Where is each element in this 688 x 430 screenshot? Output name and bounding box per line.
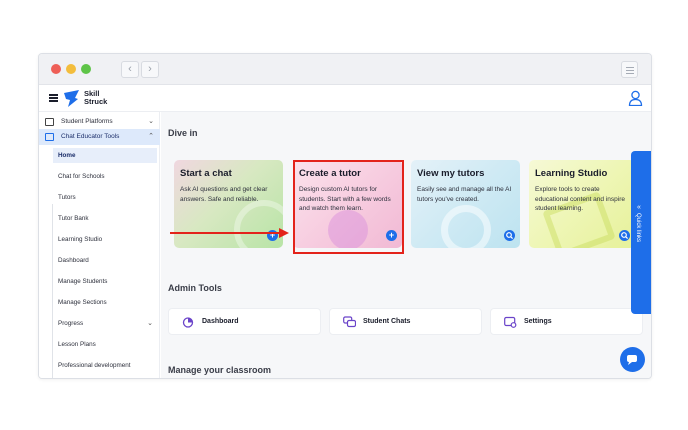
quick-links-tab[interactable]: « Quick links <box>631 151 651 314</box>
back-button[interactable]: ‹ <box>121 61 139 78</box>
sidebar-group-label: Student Platforms <box>61 118 113 125</box>
double-chevron-left-icon: « <box>637 204 641 211</box>
hamburger-menu-icon[interactable] <box>49 94 58 102</box>
chat-support-button[interactable] <box>620 347 645 372</box>
card-description: Ask AI questions and get clear answers. … <box>180 186 268 203</box>
sidebar-item-dashboard[interactable]: Dashboard <box>53 253 157 268</box>
pie-chart-icon <box>182 317 194 328</box>
forward-button[interactable]: › <box>141 61 159 78</box>
settings-sliders-icon <box>504 316 517 328</box>
window-menu-icon[interactable] <box>621 61 638 78</box>
pointer-arrow-line <box>170 232 282 234</box>
card-view-my-tutors[interactable]: View my tutors Easily see and manage all… <box>411 160 520 248</box>
brand-line-2: Struck <box>84 97 108 106</box>
card-title: View my tutors <box>417 168 485 179</box>
chat-bubbles-icon <box>343 316 356 328</box>
sidebar-item-home[interactable]: Home <box>53 148 157 163</box>
manage-classroom-heading: Manage your classroom <box>168 365 272 375</box>
sidebar: Student Platforms ⌄ Chat Educator Tools … <box>39 112 160 378</box>
minimize-window-button[interactable] <box>66 64 76 74</box>
admin-tools-heading: Admin Tools <box>168 283 222 293</box>
quick-links-label: Quick links <box>635 213 641 243</box>
admin-tool-label: Dashboard <box>202 318 239 325</box>
card-description: Easily see and manage all the AI tutors … <box>417 186 512 203</box>
skillstruck-logo-icon <box>64 90 79 107</box>
browser-window: ‹ › Skill Struck Student Platforms ⌄ Cha… <box>38 53 652 379</box>
decorative-shape <box>234 200 283 248</box>
user-profile-icon[interactable] <box>628 90 643 106</box>
sidebar-group-chat-educator-tools[interactable]: Chat Educator Tools ⌃ <box>39 129 160 145</box>
sidebar-item-progress[interactable]: Progress ⌄ <box>53 316 157 331</box>
sidebar-group-label: Chat Educator Tools <box>61 133 120 140</box>
sidebar-item-tutor-bank[interactable]: Tutor Bank <box>53 211 157 226</box>
maximize-window-button[interactable] <box>81 64 91 74</box>
brand-logo-text: Skill Struck <box>84 90 107 106</box>
decorative-shape <box>441 205 491 248</box>
sidebar-item-learning-studio[interactable]: Learning Studio <box>53 232 157 247</box>
app-header: Skill Struck <box>39 85 651 112</box>
admin-tool-label: Student Chats <box>363 318 411 325</box>
chat-sparkle-icon <box>45 133 54 141</box>
window-titlebar: ‹ › <box>39 54 651 85</box>
close-window-button[interactable] <box>51 64 61 74</box>
monitor-icon <box>45 118 54 126</box>
dive-in-heading: Dive in <box>168 128 198 138</box>
main-content: Dive in Start a chat Ask AI questions an… <box>161 112 651 378</box>
card-description: Explore tools to create educational cont… <box>535 186 625 213</box>
admin-tool-dashboard[interactable]: Dashboard <box>168 308 321 335</box>
card-title: Learning Studio <box>535 168 608 179</box>
sidebar-item-chat-for-schools[interactable]: Chat for Schools <box>53 169 157 184</box>
admin-tool-student-chats[interactable]: Student Chats <box>329 308 482 335</box>
sidebar-group-student-platforms[interactable]: Student Platforms ⌄ <box>39 114 160 130</box>
sidebar-item-manage-students[interactable]: Manage Students <box>53 274 157 289</box>
highlight-box <box>293 160 404 254</box>
sidebar-item-manage-sections[interactable]: Manage Sections <box>53 295 157 310</box>
search-icon[interactable] <box>504 230 515 241</box>
chevron-down-icon: ⌄ <box>148 118 154 125</box>
admin-tool-settings[interactable]: Settings <box>490 308 643 335</box>
card-start-a-chat[interactable]: Start a chat Ask AI questions and get cl… <box>174 160 283 248</box>
card-learning-studio[interactable]: Learning Studio Explore tools to create … <box>529 160 635 248</box>
sidebar-item-label: Progress <box>58 320 84 327</box>
search-icon[interactable] <box>619 230 630 241</box>
chevron-down-icon: ⌄ <box>147 320 153 327</box>
chat-bubble-icon <box>627 355 637 365</box>
admin-tool-label: Settings <box>524 318 552 325</box>
sidebar-tree-line <box>52 204 53 378</box>
chevron-up-icon: ⌃ <box>148 133 154 140</box>
pointer-arrow-head-icon <box>279 228 289 238</box>
sidebar-item-professional-development[interactable]: Professional development <box>53 358 157 373</box>
sidebar-item-tutors[interactable]: Tutors <box>53 190 157 205</box>
card-title: Start a chat <box>180 168 232 179</box>
sidebar-item-lesson-plans[interactable]: Lesson Plans <box>53 337 157 352</box>
